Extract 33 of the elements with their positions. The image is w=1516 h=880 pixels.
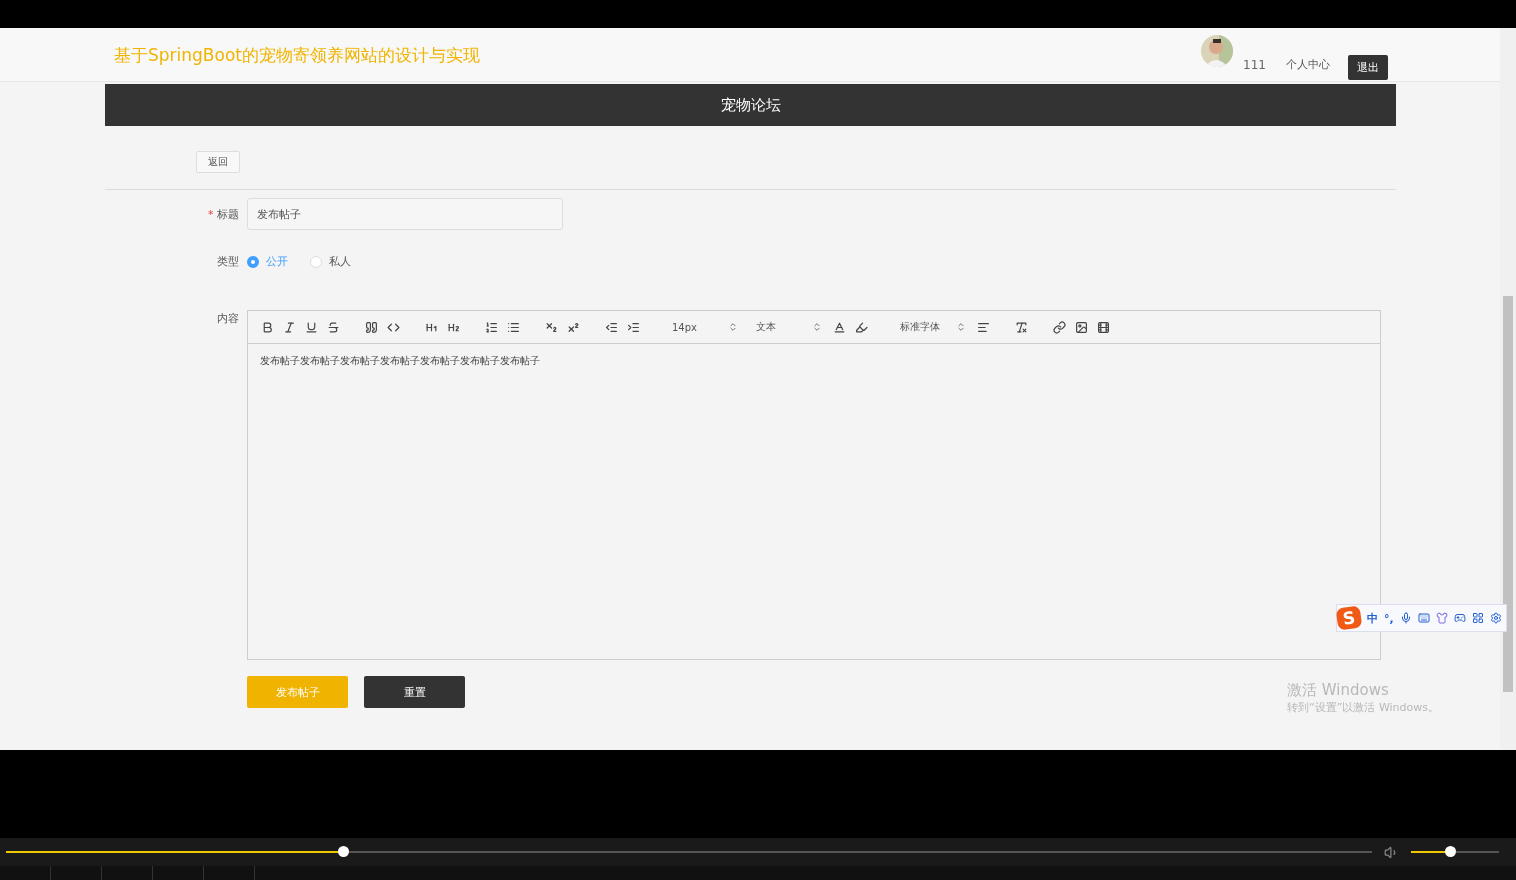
back-button[interactable]: 返回 xyxy=(196,151,240,173)
slider-thumb[interactable] xyxy=(1444,846,1456,857)
profile-link[interactable]: 个人中心 xyxy=(1286,57,1330,72)
reset-button[interactable]: 重置 xyxy=(364,676,465,708)
scrollbar[interactable] xyxy=(1500,28,1516,750)
toolbar-select[interactable]: 标准字体 xyxy=(890,317,970,337)
toolbar-select[interactable]: 14px xyxy=(662,317,742,337)
page-banner: 宠物论坛 xyxy=(105,84,1396,126)
toolbar-select[interactable]: 文本 xyxy=(746,317,826,337)
site-title: 基于SpringBoot的宠物寄领养网站的设计与实现 xyxy=(114,44,481,67)
chevrons-icon xyxy=(728,322,738,332)
activation-title: 激活 Windows xyxy=(1287,681,1390,700)
chevrons-icon xyxy=(956,322,966,332)
ime-mode[interactable]: 中 xyxy=(1367,610,1378,626)
field-label: 内容 xyxy=(216,311,240,326)
username: 111 xyxy=(1243,57,1266,72)
ime-punctuation[interactable]: °, xyxy=(1384,611,1394,625)
link-icon[interactable] xyxy=(1050,318,1068,336)
grid-icon[interactable] xyxy=(1471,612,1484,624)
field-label: * 标题 xyxy=(207,206,240,222)
title-field[interactable]: 发布帖子 xyxy=(247,198,563,230)
keyboard-icon[interactable] xyxy=(1417,612,1430,624)
gamepad-icon[interactable] xyxy=(1453,612,1466,624)
field-label: 类型 xyxy=(216,254,240,269)
microphone-icon[interactable] xyxy=(1399,612,1412,624)
shirt-icon[interactable] xyxy=(1435,612,1448,624)
logout-button[interactable]: 退出 xyxy=(1348,55,1388,80)
editor-text: 发布帖子发布帖子发布帖子发布帖子发布帖子发布帖子发布帖子 xyxy=(260,355,540,366)
settings-icon[interactable] xyxy=(1489,612,1502,624)
radio-option[interactable]: 私人 xyxy=(310,254,351,269)
chevrons-icon xyxy=(812,322,822,332)
required-mark: * xyxy=(208,207,214,221)
slider-thumb[interactable] xyxy=(338,846,350,857)
